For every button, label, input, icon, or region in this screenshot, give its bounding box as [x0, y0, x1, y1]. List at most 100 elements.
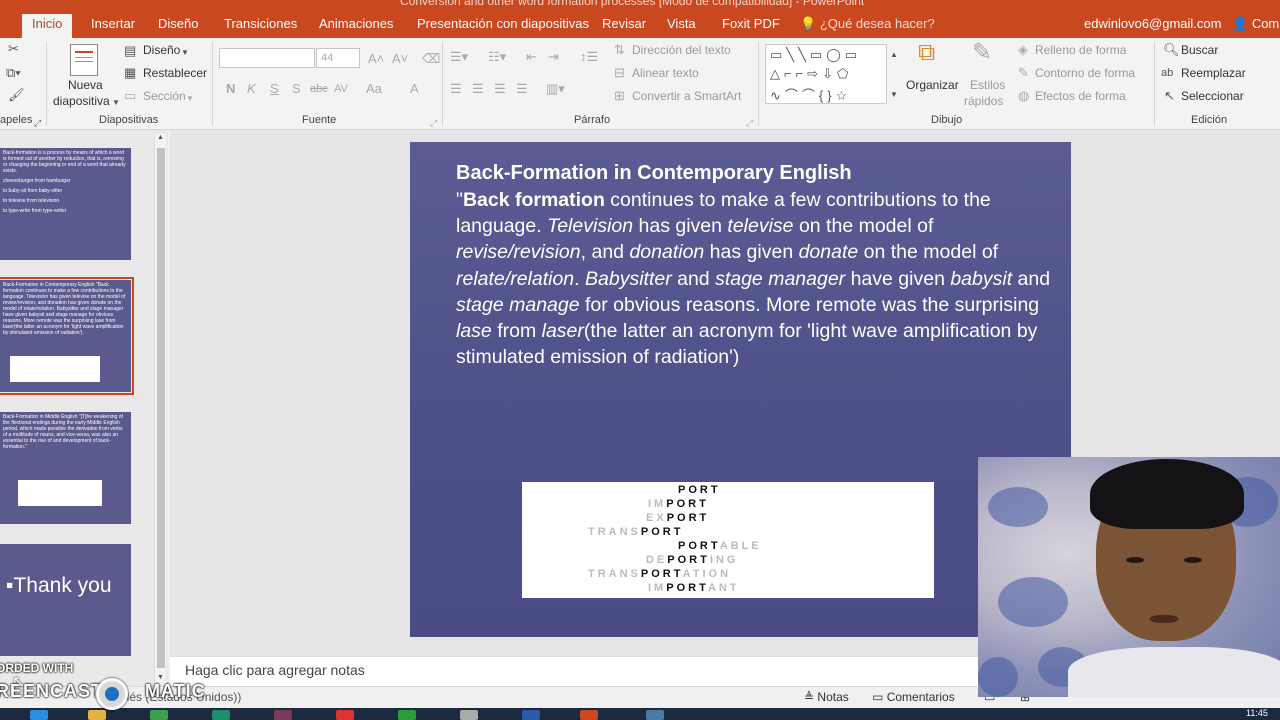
- smartart-icon[interactable]: ⊞: [614, 89, 625, 103]
- reset-button[interactable]: Restablecer: [143, 66, 207, 80]
- char-spacing-button[interactable]: AV: [334, 82, 348, 96]
- align-text-icon[interactable]: ⊟: [614, 66, 625, 80]
- find-button[interactable]: Buscar: [1181, 43, 1218, 57]
- italic-button[interactable]: K: [247, 82, 256, 96]
- tab-inicio[interactable]: Inicio: [22, 14, 73, 38]
- slide-thumbnail-3[interactable]: Back-Formation in Middle English "[T]he …: [0, 412, 131, 524]
- slide-title[interactable]: Back-Formation in Contemporary English: [456, 162, 852, 185]
- reset-icon[interactable]: ▦: [124, 66, 136, 80]
- align-left-icon[interactable]: ☰: [450, 82, 462, 96]
- slide-thumbnail-1[interactable]: Back-formation is a process by means of …: [0, 148, 131, 260]
- layout-button[interactable]: Diseño: [143, 43, 180, 57]
- shape-outline-icon[interactable]: ✎: [1018, 66, 1029, 80]
- powerpoint-icon[interactable]: [580, 710, 598, 720]
- arrange-icon[interactable]: ⧉: [918, 41, 935, 65]
- section-icon[interactable]: ▭: [124, 89, 136, 103]
- tab-foxit-pdf[interactable]: Foxit PDF: [712, 14, 790, 38]
- share-button[interactable]: 👤 Comp: [1232, 14, 1280, 34]
- gallery-scroll-up-icon[interactable]: ▲: [890, 48, 898, 62]
- shapes-gallery[interactable]: ▭╲╲▭◯▭ △⌐⌐⇨⇩⬠ ∿⌒⌒{}☆: [765, 44, 887, 104]
- shape-effects-button[interactable]: Efectos de forma: [1035, 89, 1126, 103]
- search-icon[interactable]: 🔍︎: [1163, 43, 1180, 57]
- app-icon[interactable]: [336, 710, 354, 720]
- tab-transiciones[interactable]: Transiciones: [214, 14, 307, 38]
- select-button[interactable]: Seleccionar: [1181, 89, 1244, 103]
- scrollbar-thumb[interactable]: [157, 148, 165, 668]
- replace-button[interactable]: Reemplazar: [1181, 66, 1246, 80]
- grow-font-icon[interactable]: A˄: [368, 52, 384, 66]
- tab-diseno[interactable]: Diseño: [148, 14, 208, 38]
- current-slide[interactable]: Back-Formation in Contemporary English "…: [410, 142, 1071, 637]
- scroll-down-icon[interactable]: ▼: [157, 674, 164, 681]
- strikethrough-button[interactable]: abc: [310, 82, 328, 96]
- font-size-combo[interactable]: 44: [316, 48, 360, 68]
- smartart-button[interactable]: Convertir a SmartArt: [632, 89, 741, 103]
- numbering-icon[interactable]: ☷▾: [488, 50, 506, 64]
- arrange-button[interactable]: Organizar: [906, 78, 959, 92]
- shadow-button[interactable]: S: [292, 82, 301, 96]
- chevron-down-icon[interactable]: ▼: [112, 96, 120, 110]
- slide-body[interactable]: "Back formation continues to make a few …: [456, 187, 1056, 370]
- underline-button[interactable]: S: [270, 82, 279, 96]
- new-slide-label-1[interactable]: Nueva: [68, 78, 103, 92]
- tab-insertar[interactable]: Insertar: [81, 14, 145, 38]
- align-text-button[interactable]: Alinear texto: [632, 66, 699, 80]
- dialog-launcher-icon[interactable]: ⤢: [34, 116, 41, 130]
- gallery-more-icon[interactable]: ▼: [890, 88, 898, 102]
- format-painter-icon[interactable]: 🖌: [8, 88, 25, 102]
- decrease-indent-icon[interactable]: ⇤: [526, 50, 537, 64]
- dialog-launcher-icon[interactable]: ⤢: [746, 116, 753, 130]
- increase-indent-icon[interactable]: ⇥: [548, 50, 559, 64]
- notes-toggle-button[interactable]: ≜ Notas: [804, 690, 849, 704]
- layout-icon[interactable]: ▤: [124, 44, 136, 58]
- clear-format-icon[interactable]: ⌫: [422, 52, 440, 66]
- comments-toggle-button[interactable]: ▭ Comentarios: [872, 690, 955, 704]
- ie-icon[interactable]: [30, 710, 48, 720]
- select-cursor-icon[interactable]: ↖: [1164, 89, 1175, 103]
- align-right-icon[interactable]: ☰: [494, 82, 506, 96]
- app-icon[interactable]: [212, 710, 230, 720]
- section-button[interactable]: Sección: [143, 89, 186, 103]
- folder-icon[interactable]: [88, 710, 106, 720]
- line-spacing-icon[interactable]: ↕☰: [580, 50, 598, 64]
- font-name-combo[interactable]: [219, 48, 315, 68]
- slide-thumbnail-4[interactable]: ▪Thank you: [0, 544, 131, 656]
- notes-placeholder[interactable]: Haga clic para agregar notas: [185, 662, 365, 678]
- replace-icon[interactable]: ab: [1161, 66, 1173, 80]
- port-words-image[interactable]: PORT IMPORT EXPORT TRANSPORT PORTABLE DE…: [522, 482, 934, 598]
- app-icon[interactable]: [460, 710, 478, 720]
- text-direction-icon[interactable]: ⇅: [614, 43, 625, 57]
- tab-animaciones[interactable]: Animaciones: [309, 14, 403, 38]
- new-slide-label-2[interactable]: diapositiva: [53, 94, 110, 108]
- shape-effects-icon[interactable]: ◍: [1018, 89, 1029, 103]
- columns-icon[interactable]: ▥▾: [546, 82, 565, 96]
- quick-styles-icon[interactable]: ✎: [972, 41, 992, 65]
- font-color-button[interactable]: A: [410, 82, 419, 96]
- bullets-icon[interactable]: ☰▾: [450, 50, 468, 64]
- account-email[interactable]: edwinlovo6@gmail.com: [1084, 14, 1221, 34]
- change-case-button[interactable]: Aa: [366, 82, 382, 96]
- align-center-icon[interactable]: ☰: [472, 82, 484, 96]
- text-direction-button[interactable]: Dirección del texto: [632, 43, 731, 57]
- shape-fill-button[interactable]: Relleno de forma: [1035, 43, 1126, 57]
- quick-styles-label-1[interactable]: Estilos: [970, 78, 1005, 92]
- app-icon[interactable]: [398, 710, 416, 720]
- app-icon[interactable]: [274, 710, 292, 720]
- scroll-up-icon[interactable]: ▲: [157, 134, 164, 141]
- shrink-font-icon[interactable]: A˅: [392, 52, 408, 66]
- new-slide-icon[interactable]: [70, 44, 98, 76]
- cut-icon[interactable]: ✂: [8, 42, 19, 56]
- app-icon[interactable]: [150, 710, 168, 720]
- justify-icon[interactable]: ☰: [516, 82, 528, 96]
- tell-me-box[interactable]: 💡 ¿Qué desea hacer?: [800, 14, 935, 34]
- app-icon[interactable]: [646, 710, 664, 720]
- word-icon[interactable]: [522, 710, 540, 720]
- tab-revisar[interactable]: Revisar: [592, 14, 656, 38]
- quick-styles-label-2[interactable]: rápidos: [964, 94, 1003, 108]
- thumbnails-scrollbar[interactable]: ▲ ▼: [154, 134, 166, 684]
- shape-outline-button[interactable]: Contorno de forma: [1035, 66, 1135, 80]
- dialog-launcher-icon[interactable]: ⤢: [430, 116, 437, 130]
- tab-vista[interactable]: Vista: [657, 14, 706, 38]
- slide-thumbnail-2[interactable]: Back-Formation in Contemporary English "…: [0, 277, 134, 395]
- tab-presentacion[interactable]: Presentación con diapositivas: [407, 14, 599, 38]
